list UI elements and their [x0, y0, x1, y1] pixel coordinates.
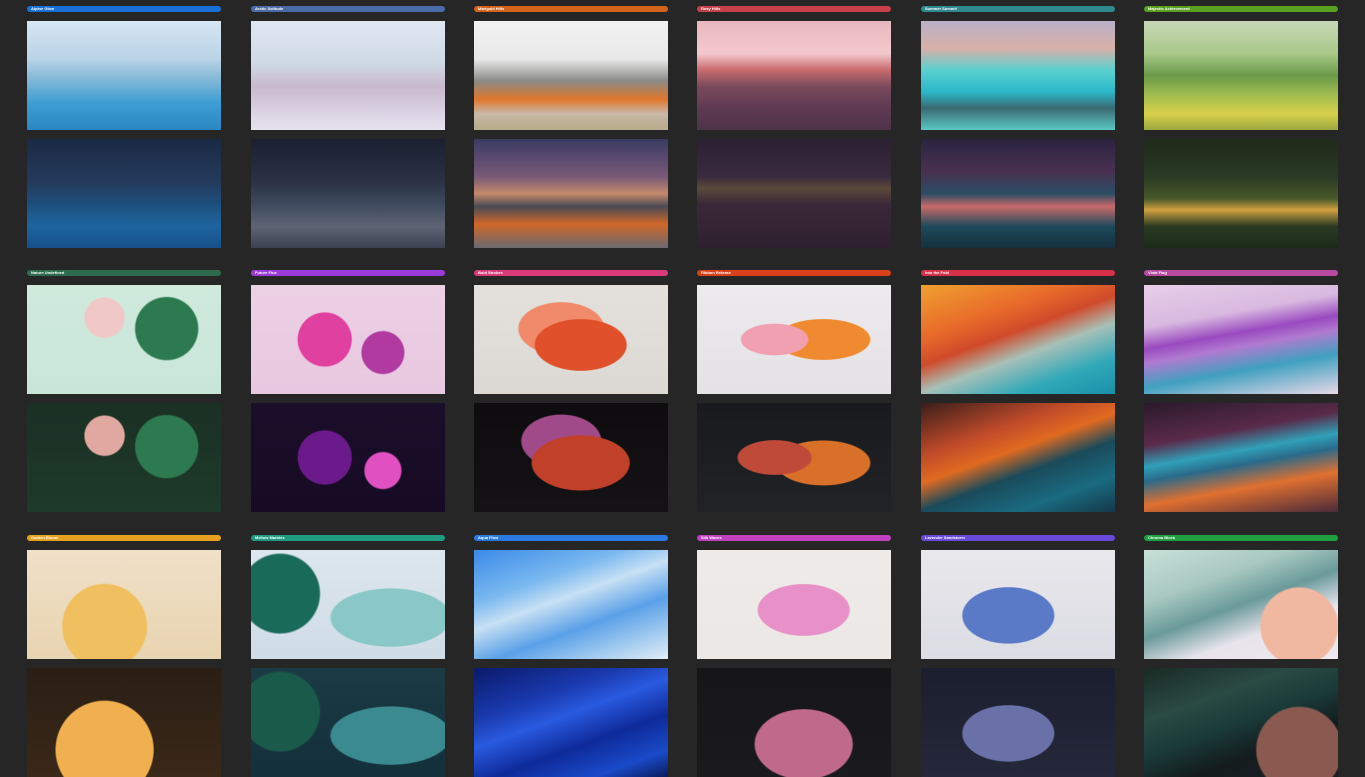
- wallpaper-card: Vivid Flag: [1144, 270, 1338, 512]
- wallpaper-card: Summer Summit: [921, 6, 1115, 248]
- wallpaper-light-thumbnail[interactable]: [921, 285, 1115, 394]
- wallpaper-label: Lavender Sandstorm: [921, 535, 1115, 541]
- wallpaper-dark-thumbnail[interactable]: [921, 139, 1115, 248]
- wallpaper-card: Majestic Achievement: [1144, 6, 1338, 248]
- wallpaper-light-thumbnail[interactable]: [1144, 285, 1338, 394]
- wallpaper-dark-thumbnail[interactable]: [921, 403, 1115, 512]
- wallpaper-label: Ribbon Release: [697, 270, 891, 276]
- wallpaper-card: Rosy Hills: [697, 6, 891, 248]
- wallpaper-card: Chroma Block: [1144, 535, 1338, 777]
- wallpaper-card: Nature Undefined: [27, 270, 221, 512]
- wallpaper-label: Summer Summit: [921, 6, 1115, 12]
- wallpaper-dark-thumbnail[interactable]: [697, 139, 891, 248]
- wallpaper-dark-thumbnail[interactable]: [27, 668, 221, 777]
- wallpaper-label: Silk Waves: [697, 535, 891, 541]
- wallpaper-dark-thumbnail[interactable]: [1144, 403, 1338, 512]
- wallpaper-card: Silk Waves: [697, 535, 891, 777]
- wallpaper-card: Lavender Sandstorm: [921, 535, 1115, 777]
- wallpaper-light-thumbnail[interactable]: [697, 285, 891, 394]
- wallpaper-card: Marigold Hills: [474, 6, 668, 248]
- wallpaper-light-thumbnail[interactable]: [474, 285, 668, 394]
- wallpaper-grid: Alpine Glow Arctic Solitude Marigold Hills…: [0, 0, 1365, 777]
- wallpaper-dark-thumbnail[interactable]: [474, 403, 668, 512]
- wallpaper-label: Majestic Achievement: [1144, 6, 1338, 12]
- wallpaper-label: Mellow Marbles: [251, 535, 445, 541]
- wallpaper-dark-thumbnail[interactable]: [251, 668, 445, 777]
- wallpaper-light-thumbnail[interactable]: [1144, 550, 1338, 659]
- wallpaper-dark-thumbnail[interactable]: [251, 139, 445, 248]
- wallpaper-card: Mellow Marbles: [251, 535, 445, 777]
- wallpaper-label: Rosy Hills: [697, 6, 891, 12]
- wallpaper-light-thumbnail[interactable]: [474, 550, 668, 659]
- wallpaper-light-thumbnail[interactable]: [921, 21, 1115, 130]
- wallpaper-card: Ribbon Release: [697, 270, 891, 512]
- wallpaper-card: Aqua Flow: [474, 535, 668, 777]
- wallpaper-dark-thumbnail[interactable]: [697, 403, 891, 512]
- wallpaper-label: Aqua Flow: [474, 535, 668, 541]
- wallpaper-light-thumbnail[interactable]: [1144, 21, 1338, 130]
- wallpaper-label: Chroma Block: [1144, 535, 1338, 541]
- wallpaper-light-thumbnail[interactable]: [921, 550, 1115, 659]
- wallpaper-dark-thumbnail[interactable]: [27, 403, 221, 512]
- wallpaper-card: Alpine Glow: [27, 6, 221, 248]
- wallpaper-label: Golden Bloom: [27, 535, 221, 541]
- wallpaper-card: Arctic Solitude: [251, 6, 445, 248]
- wallpaper-light-thumbnail[interactable]: [27, 285, 221, 394]
- wallpaper-dark-thumbnail[interactable]: [1144, 668, 1338, 777]
- wallpaper-label: Into the Fold: [921, 270, 1115, 276]
- wallpaper-light-thumbnail[interactable]: [27, 21, 221, 130]
- wallpaper-dark-thumbnail[interactable]: [474, 139, 668, 248]
- wallpaper-light-thumbnail[interactable]: [251, 285, 445, 394]
- wallpaper-label: Alpine Glow: [27, 6, 221, 12]
- wallpaper-light-thumbnail[interactable]: [697, 550, 891, 659]
- wallpaper-light-thumbnail[interactable]: [27, 550, 221, 659]
- wallpaper-card: Golden Bloom: [27, 535, 221, 777]
- wallpaper-card: Into the Fold: [921, 270, 1115, 512]
- wallpaper-label: Nature Undefined: [27, 270, 221, 276]
- wallpaper-dark-thumbnail[interactable]: [697, 668, 891, 777]
- wallpaper-dark-thumbnail[interactable]: [251, 403, 445, 512]
- wallpaper-dark-thumbnail[interactable]: [921, 668, 1115, 777]
- wallpaper-light-thumbnail[interactable]: [474, 21, 668, 130]
- wallpaper-label: Arctic Solitude: [251, 6, 445, 12]
- wallpaper-dark-thumbnail[interactable]: [474, 668, 668, 777]
- wallpaper-label: Marigold Hills: [474, 6, 668, 12]
- wallpaper-light-thumbnail[interactable]: [251, 550, 445, 659]
- wallpaper-label: Future Flux: [251, 270, 445, 276]
- wallpaper-label: Vivid Flag: [1144, 270, 1338, 276]
- wallpaper-light-thumbnail[interactable]: [697, 21, 891, 130]
- wallpaper-card: Bold Strokes: [474, 270, 668, 512]
- wallpaper-dark-thumbnail[interactable]: [1144, 139, 1338, 248]
- wallpaper-label: Bold Strokes: [474, 270, 668, 276]
- wallpaper-card: Future Flux: [251, 270, 445, 512]
- wallpaper-light-thumbnail[interactable]: [251, 21, 445, 130]
- wallpaper-dark-thumbnail[interactable]: [27, 139, 221, 248]
